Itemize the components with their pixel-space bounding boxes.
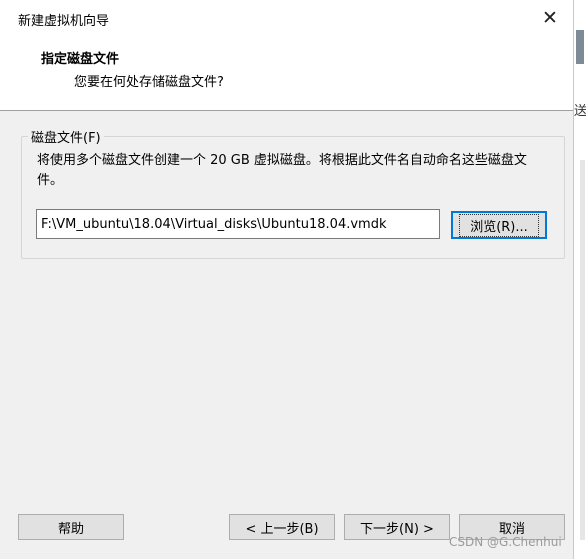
- wizard-header: 指定磁盘文件 您要在何处存储磁盘文件?: [0, 38, 573, 111]
- page-title: 指定磁盘文件: [41, 52, 120, 67]
- disk-file-description: 将使用多个磁盘文件创建一个 20 GB 虚拟磁盘。将根据此文件名自动命名这些磁盘…: [37, 153, 527, 188]
- close-icon[interactable]: ✕: [539, 6, 561, 30]
- background-scrollbar: [580, 160, 585, 540]
- new-vm-wizard-dialog: 新建虚拟机向导 ✕ 指定磁盘文件 您要在何处存储磁盘文件? 磁盘文件(F) 将使…: [0, 0, 574, 559]
- disk-file-path-input[interactable]: [36, 209, 440, 239]
- disk-file-group: 磁盘文件(F) 将使用多个磁盘文件创建一个 20 GB 虚拟磁盘。将根据此文件名…: [21, 127, 565, 259]
- window-title: 新建虚拟机向导: [18, 14, 110, 29]
- back-button[interactable]: < 上一步(B): [229, 514, 335, 540]
- background-scroll-arrow-icon: [576, 30, 584, 64]
- help-button[interactable]: 帮助: [18, 514, 124, 540]
- disk-file-group-label: 磁盘文件(F): [28, 127, 104, 146]
- background-window-edge: 送: [574, 0, 586, 559]
- page-subtitle: 您要在何处存储磁盘文件?: [74, 75, 224, 90]
- csdn-watermark: CSDN @G.Chenhui: [449, 535, 562, 549]
- next-button[interactable]: 下一步(N) >: [344, 514, 450, 540]
- browse-button-label: 浏览(R)...: [459, 213, 539, 237]
- title-bar: 新建虚拟机向导 ✕: [0, 0, 573, 38]
- browse-button[interactable]: 浏览(R)...: [451, 211, 547, 239]
- background-partial-text: 送: [574, 104, 586, 119]
